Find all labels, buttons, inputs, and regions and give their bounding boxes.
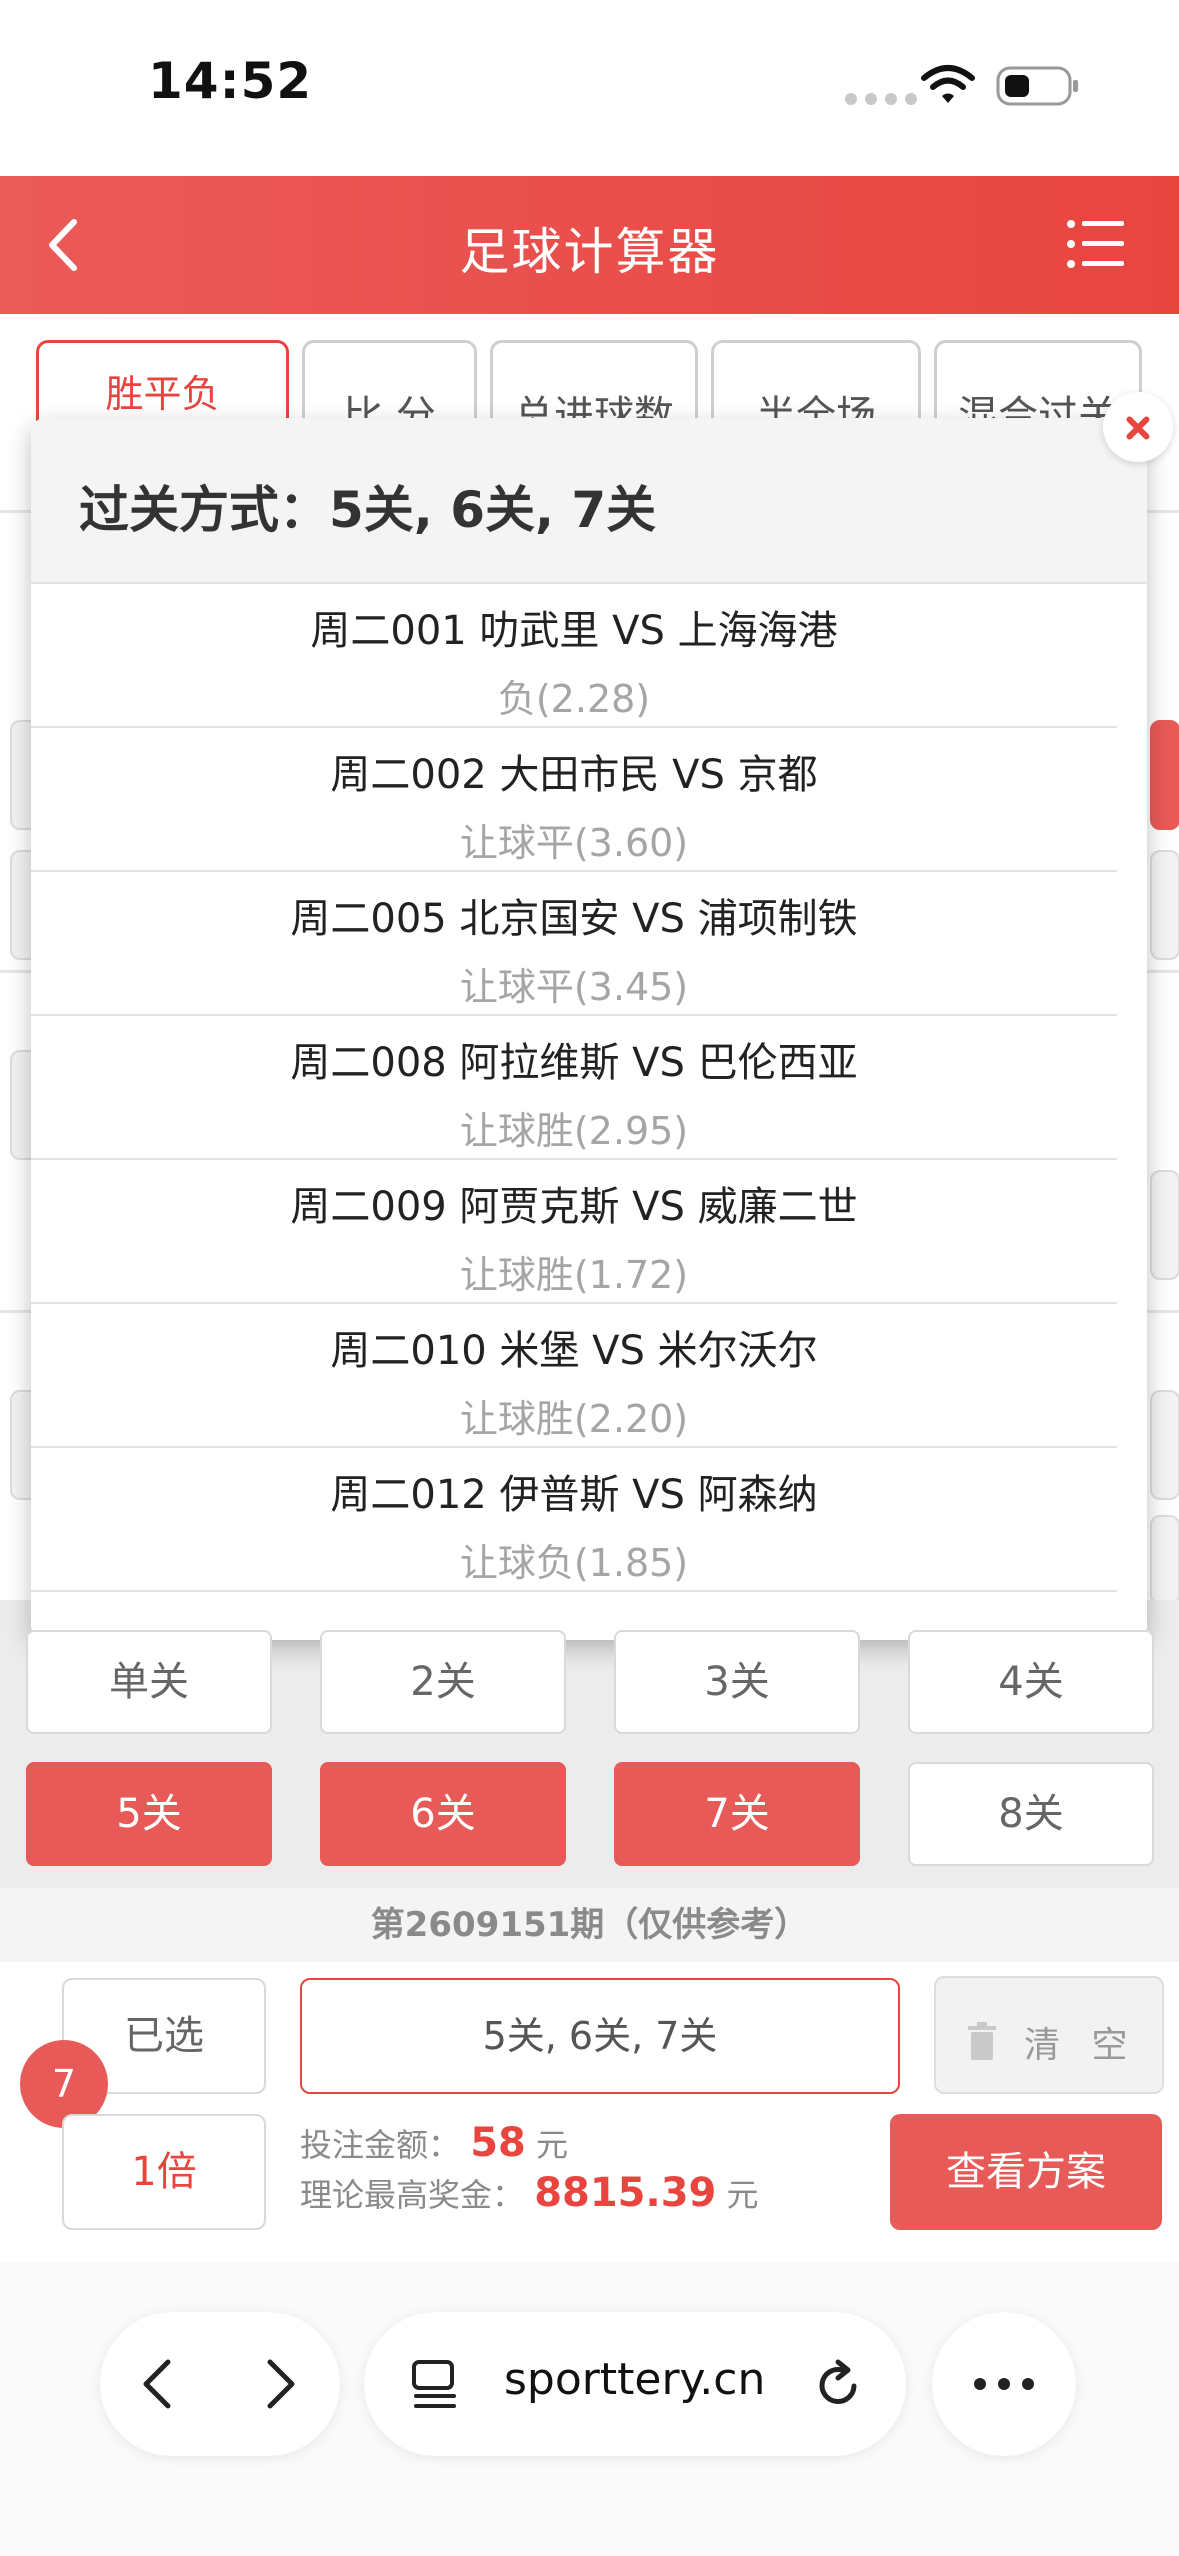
pass-option-6[interactable]: 6关 <box>320 1762 566 1866</box>
cellular-signal-icon <box>845 93 917 105</box>
parlay-detail-modal: 过关方式：5关, 6关, 7关 周二001 叻武里 VS 上海海港 负(2.28… <box>31 418 1147 1640</box>
pass-option-7[interactable]: 7关 <box>614 1762 860 1866</box>
view-plan-button[interactable]: 查看方案 <box>890 2114 1162 2230</box>
wifi-icon <box>921 65 975 103</box>
close-icon[interactable] <box>1103 392 1173 462</box>
status-time: 14:52 <box>148 52 313 110</box>
list-menu-icon[interactable] <box>1066 216 1126 272</box>
match-name: 周二005 北京国安 VS 浦项制铁 <box>290 896 858 942</box>
max-prize-label: 理论最高奖金： <box>300 2176 525 2214</box>
selected-matches-list: 周二001 叻武里 VS 上海海港 负(2.28) 周二002 大田市民 VS … <box>31 584 1147 1592</box>
url-text: sporttery.cn <box>504 2354 766 2405</box>
match-odds: 负(2.28) <box>497 677 651 721</box>
period-label: 第2609151期（仅供参考） <box>0 1888 1179 1962</box>
pass-option-4[interactable]: 4关 <box>908 1630 1154 1734</box>
pass-option-single[interactable]: 单关 <box>26 1630 272 1734</box>
page-title: 足球计算器 <box>459 223 720 281</box>
list-item: 周二008 阿拉维斯 VS 巴伦西亚 让球胜(2.95) <box>31 1016 1117 1160</box>
forward-arrow-icon[interactable] <box>260 2356 300 2412</box>
list-item: 周二012 伊普斯 VS 阿森纳 让球负(1.85) <box>31 1448 1117 1592</box>
list-item: 周二001 叻武里 VS 上海海港 负(2.28) <box>31 584 1117 728</box>
pass-option-5[interactable]: 5关 <box>26 1762 272 1866</box>
battery-icon <box>996 66 1078 106</box>
match-odds: 让球负(1.85) <box>459 1541 689 1585</box>
list-item: 周二002 大田市民 VS 京都 让球平(3.60) <box>31 728 1117 872</box>
pass-option-2[interactable]: 2关 <box>320 1630 566 1734</box>
match-odds: 让球平(3.45) <box>459 965 689 1009</box>
pass-option-8[interactable]: 8关 <box>908 1762 1154 1866</box>
more-options-button[interactable] <box>932 2312 1076 2456</box>
back-arrow-icon[interactable] <box>138 2356 178 2412</box>
list-item: 周二009 阿贾克斯 VS 威廉二世 让球胜(1.72) <box>31 1160 1117 1304</box>
modal-title: 过关方式：5关, 6关, 7关 <box>31 418 1147 584</box>
nav-buttons-pill <box>100 2312 340 2456</box>
match-name: 周二012 伊普斯 VS 阿森纳 <box>330 1472 818 1518</box>
play-type-tabs: 胜平负 比 分 总进球数 半全场 混合过关 <box>0 314 1179 440</box>
match-odds: 让球胜(1.72) <box>459 1253 689 1297</box>
match-odds: 让球胜(2.95) <box>459 1109 689 1153</box>
max-prize-value: 8815.39 <box>534 2170 717 2216</box>
match-name: 周二001 叻武里 VS 上海海港 <box>310 608 838 654</box>
clear-button[interactable]: 清 空 <box>934 1976 1164 2094</box>
trash-icon <box>968 2022 996 2060</box>
match-name: 周二010 米堡 VS 米尔沃尔 <box>330 1328 818 1374</box>
match-name: 周二009 阿贾克斯 VS 威廉二世 <box>290 1184 858 1230</box>
match-odds: 让球平(3.60) <box>459 821 689 865</box>
multiplier-stepper[interactable]: 1倍 <box>62 2114 266 2230</box>
bet-amount-line: 投注金额： 58 元 <box>300 2120 568 2166</box>
match-name: 周二008 阿拉维斯 VS 巴伦西亚 <box>290 1040 858 1086</box>
status-bar: 14:52 <box>0 0 1179 176</box>
list-item: 周二005 北京国安 VS 浦项制铁 让球平(3.45) <box>31 872 1117 1016</box>
app-header: 足球计算器 <box>0 176 1179 314</box>
max-prize-line: 理论最高奖金： 8815.39 元 <box>300 2170 759 2216</box>
list-item: 周二010 米堡 VS 米尔沃尔 让球胜(2.20) <box>31 1304 1117 1448</box>
match-name: 周二002 大田市民 VS 京都 <box>330 752 818 798</box>
bet-amount-value: 58 <box>470 2120 526 2166</box>
bet-amount-label: 投注金额： <box>300 2126 461 2164</box>
pass-option-3[interactable]: 3关 <box>614 1630 860 1734</box>
max-prize-currency: 元 <box>726 2176 759 2214</box>
address-bar[interactable]: sporttery.cn <box>364 2312 906 2456</box>
bet-amount-currency: 元 <box>536 2126 569 2164</box>
browser-toolbar: sporttery.cn <box>0 2262 1179 2556</box>
clear-label: 清 空 <box>1024 2025 1138 2066</box>
match-odds: 让球胜(2.20) <box>459 1397 689 1441</box>
pass-summary-field[interactable]: 5关, 6关, 7关 <box>300 1978 900 2094</box>
reload-icon[interactable] <box>814 2356 864 2412</box>
more-dots-icon <box>974 2378 1034 2390</box>
page-menu-icon[interactable] <box>410 2358 460 2410</box>
